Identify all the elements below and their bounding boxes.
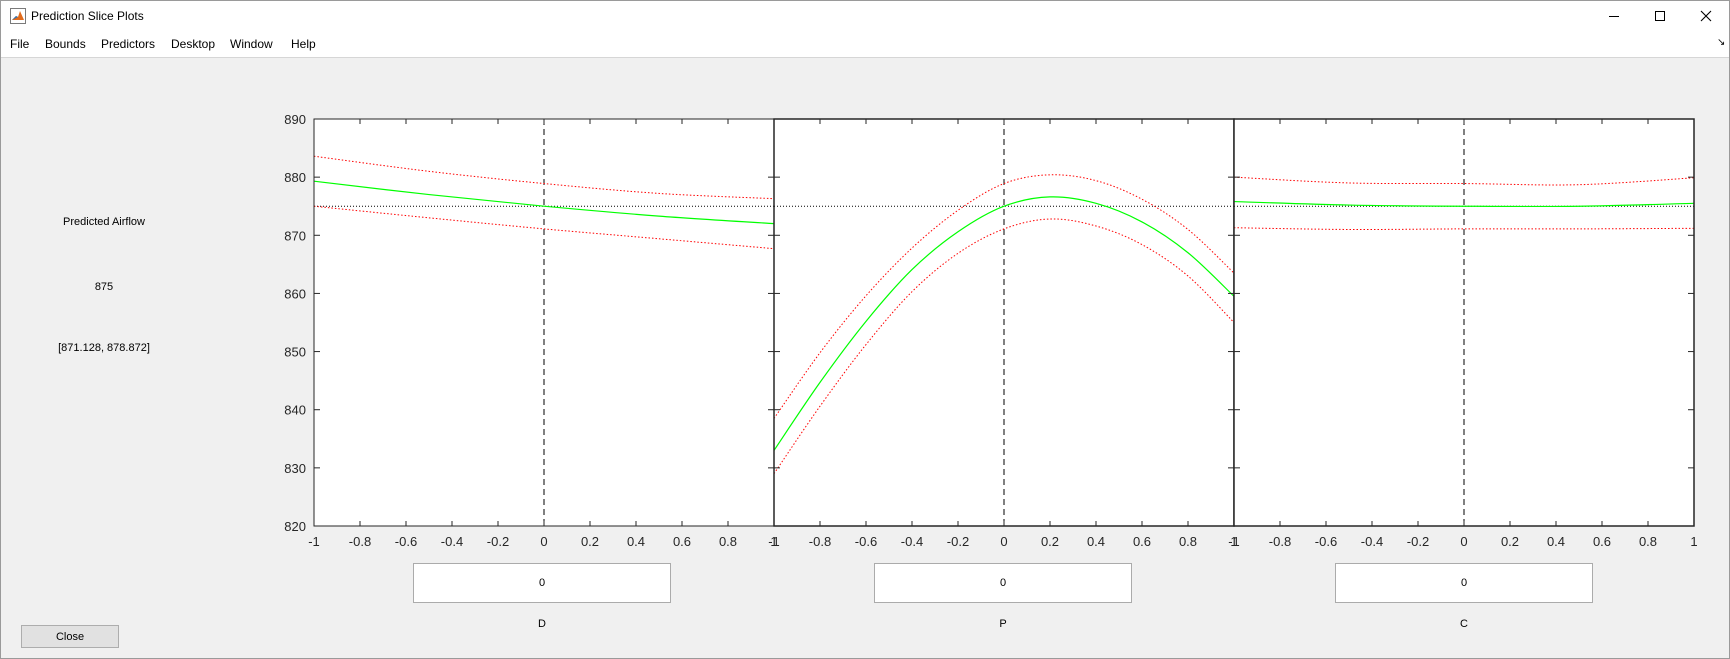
- x-tick-label: 0.4: [1087, 534, 1105, 549]
- x-tick-label: 0.2: [1501, 534, 1519, 549]
- x-tick-label: 0.6: [1593, 534, 1611, 549]
- x-tick-label: 1: [1690, 534, 1697, 549]
- factor-p-input[interactable]: 0: [874, 563, 1132, 603]
- x-tick-label: 0.8: [1179, 534, 1197, 549]
- x-tick-label: -0.8: [809, 534, 831, 549]
- x-tick-label: 0.8: [1639, 534, 1657, 549]
- factor-c-label: C: [1460, 618, 1468, 630]
- x-tick-label: -0.6: [855, 534, 877, 549]
- y-tick-label: 880: [284, 170, 306, 185]
- x-tick-label: 0.2: [581, 534, 599, 549]
- x-tick-label: 0: [1000, 534, 1007, 549]
- factor-d-label: D: [538, 618, 546, 630]
- app-window: Prediction Slice Plots File Bounds Predi…: [0, 0, 1730, 659]
- x-tick-label: 0.6: [1133, 534, 1151, 549]
- x-tick-label: -0.2: [1407, 534, 1429, 549]
- slice-plots: -1 -0.8 -0.6 -0.4 -0.2 0 0.2 0.4 0.6 0.8 1 -1 -0.8 -0…: [284, 112, 1697, 549]
- x-tick-label: -0.6: [395, 534, 417, 549]
- x-tick-label: 0.8: [719, 534, 737, 549]
- factor-p-label: P: [999, 618, 1007, 630]
- factor-c-input[interactable]: 0: [1335, 563, 1593, 603]
- x-tick-label: 0: [1460, 534, 1467, 549]
- y-tick-label: 830: [284, 461, 306, 476]
- x-tick-label: -0.4: [901, 534, 923, 549]
- y-tick-label: 840: [284, 403, 306, 418]
- y-tick-label: 870: [284, 228, 306, 243]
- y-tick-label: 860: [284, 286, 306, 301]
- x-tick-label: -0.2: [487, 534, 509, 549]
- x-tick-label: -0.8: [1269, 534, 1291, 549]
- factor-d-input[interactable]: 0: [413, 563, 671, 603]
- x-tick-label: -0.8: [349, 534, 371, 549]
- x-tick-label: 0.6: [673, 534, 691, 549]
- x-tick-label: -1: [768, 534, 780, 549]
- x-tick-label: -0.4: [1361, 534, 1383, 549]
- x-tick-label: -0.2: [947, 534, 969, 549]
- x-tick-label: 0.2: [1041, 534, 1059, 549]
- x-tick-label: 0: [540, 534, 547, 549]
- x-tick-label: 0.4: [1547, 534, 1565, 549]
- y-tick-label: 820: [284, 519, 306, 534]
- y-tick-label: 890: [284, 112, 306, 127]
- x-tick-label: 0.4: [627, 534, 645, 549]
- x-tick-label: -1: [1228, 534, 1240, 549]
- x-tick-label: -0.4: [441, 534, 463, 549]
- y-tick-label: 850: [284, 345, 306, 360]
- close-button[interactable]: Close: [21, 625, 119, 648]
- x-tick-label: -1: [308, 534, 320, 549]
- x-tick-label: -0.6: [1315, 534, 1337, 549]
